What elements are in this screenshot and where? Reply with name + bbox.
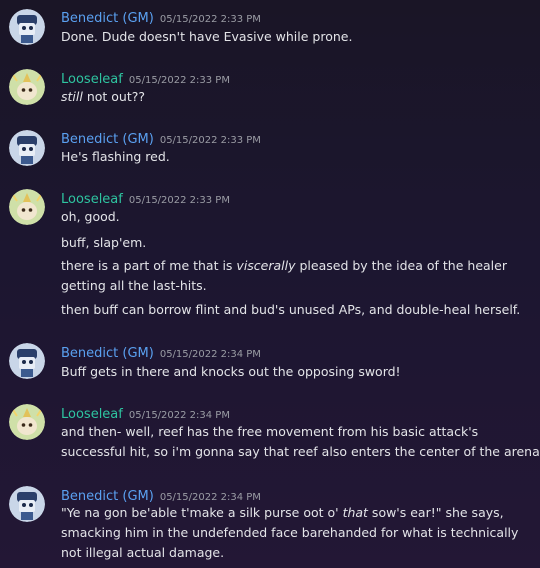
- message-text: there is a part of me that is viscerally…: [61, 258, 507, 273]
- message-text: getting all the last-hits.: [61, 278, 207, 293]
- message-text: successful hit, so i'm gonna say that re…: [61, 444, 540, 459]
- robot-avatar-icon[interactable]: [9, 9, 45, 45]
- robot-avatar-icon[interactable]: [9, 486, 45, 522]
- timestamp: 05/15/2022 2:33 PM: [159, 135, 261, 146]
- timestamp: 05/15/2022 2:34 PM: [159, 349, 261, 360]
- robot-avatar-icon[interactable]: [9, 343, 45, 379]
- message-text: oh, good.: [61, 209, 120, 224]
- author-name[interactable]: Looseleaf: [61, 192, 123, 207]
- author-name[interactable]: Looseleaf: [61, 407, 123, 422]
- message-header: Looseleaf 05/15/2022 2:33 PM: [61, 68, 230, 87]
- message-header: Benedict (GM) 05/15/2022 2:33 PM: [61, 128, 261, 147]
- timestamp: 05/15/2022 2:33 PM: [128, 75, 230, 86]
- author-name[interactable]: Benedict (GM): [61, 489, 154, 504]
- timestamp: 05/15/2022 2:33 PM: [128, 195, 230, 206]
- emphasis-text: that: [342, 505, 368, 520]
- message-header: Looseleaf 05/15/2022 2:33 PM: [61, 188, 230, 207]
- author-name[interactable]: Looseleaf: [61, 72, 123, 87]
- timestamp: 05/15/2022 2:34 PM: [128, 410, 230, 421]
- leaf-creature-avatar-icon[interactable]: [9, 69, 45, 105]
- author-name[interactable]: Benedict (GM): [61, 346, 154, 361]
- message-header: Benedict (GM) 05/15/2022 2:34 PM: [61, 485, 261, 504]
- message-text: "Ye na gon be'able t'make a silk purse o…: [61, 505, 504, 520]
- message-text: buff, slap'em.: [61, 235, 147, 250]
- author-name[interactable]: Benedict (GM): [61, 11, 154, 26]
- message-text: not illegal actual damage.: [61, 545, 225, 560]
- message-text: then buff can borrow flint and bud's unu…: [61, 302, 521, 317]
- emphasis-text: viscerally: [236, 258, 296, 273]
- leaf-creature-avatar-icon[interactable]: [9, 189, 45, 225]
- author-name[interactable]: Benedict (GM): [61, 132, 154, 147]
- emphasis-text: still: [61, 89, 83, 104]
- timestamp: 05/15/2022 2:34 PM: [159, 492, 261, 503]
- message-header: Benedict (GM) 05/15/2022 2:33 PM: [61, 7, 261, 26]
- timestamp: 05/15/2022 2:33 PM: [159, 14, 261, 25]
- message-header: Benedict (GM) 05/15/2022 2:34 PM: [61, 342, 261, 361]
- message-text: Buff gets in there and knocks out the op…: [61, 364, 401, 379]
- message-header: Looseleaf 05/15/2022 2:34 PM: [61, 403, 230, 422]
- message-text: and then- well, reef has the free moveme…: [61, 424, 479, 439]
- message-text: smacking him in the undefended face bare…: [61, 525, 519, 540]
- message-text: still not out??: [61, 89, 146, 104]
- robot-avatar-icon[interactable]: [9, 130, 45, 166]
- leaf-creature-avatar-icon[interactable]: [9, 404, 45, 440]
- message-text: He's flashing red.: [61, 149, 170, 164]
- message-text: Done. Dude doesn't have Evasive while pr…: [61, 29, 353, 44]
